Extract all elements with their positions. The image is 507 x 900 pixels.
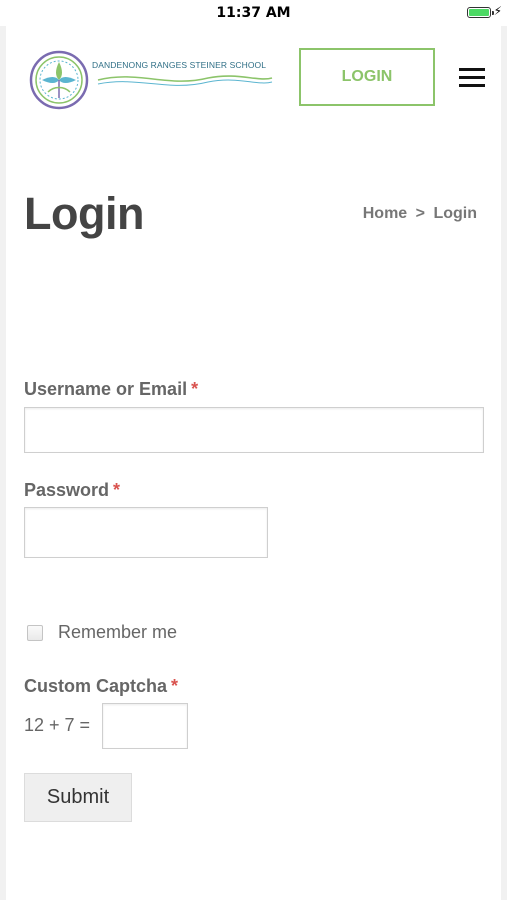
password-label: Password * bbox=[24, 480, 120, 501]
breadcrumb: Home > Login bbox=[363, 205, 477, 223]
header-login-button[interactable]: LOGIN bbox=[299, 48, 435, 106]
hamburger-menu-icon[interactable] bbox=[459, 68, 485, 88]
status-time: 11:37 AM bbox=[216, 5, 291, 21]
battery-level bbox=[469, 9, 489, 16]
captcha-question: 12 + 7 = bbox=[24, 715, 91, 735]
school-logo[interactable] bbox=[28, 48, 278, 112]
username-label: Username or Email * bbox=[24, 379, 198, 400]
battery-icon bbox=[467, 7, 494, 18]
captcha-label-text: Custom Captcha bbox=[24, 676, 168, 696]
captcha-label: Custom Captcha * bbox=[24, 676, 178, 697]
password-label-text: Password bbox=[24, 480, 110, 500]
password-input[interactable] bbox=[24, 507, 268, 558]
submit-button[interactable]: Submit bbox=[24, 773, 132, 822]
logo-text: DANDENONG RANGES STEINER SCHOOL bbox=[92, 60, 267, 70]
username-input[interactable] bbox=[24, 407, 484, 453]
username-label-text: Username or Email bbox=[24, 379, 188, 399]
required-marker: * bbox=[191, 379, 199, 399]
required-marker: * bbox=[113, 480, 121, 500]
breadcrumb-home-link[interactable]: Home bbox=[363, 205, 407, 222]
page-gutter-left bbox=[0, 26, 6, 900]
page-title: Login bbox=[24, 188, 144, 239]
required-marker: * bbox=[171, 676, 179, 696]
remember-me-label[interactable]: Remember me bbox=[58, 622, 177, 643]
charging-bolt-icon: ⚡ bbox=[493, 4, 502, 18]
captcha-input[interactable] bbox=[102, 703, 188, 749]
status-bar: 11:37 AM ⚡ bbox=[0, 0, 507, 26]
page-gutter-right bbox=[501, 26, 507, 900]
remember-me-checkbox[interactable] bbox=[27, 625, 43, 641]
breadcrumb-separator: > bbox=[415, 205, 425, 222]
breadcrumb-current: Login bbox=[433, 205, 477, 222]
